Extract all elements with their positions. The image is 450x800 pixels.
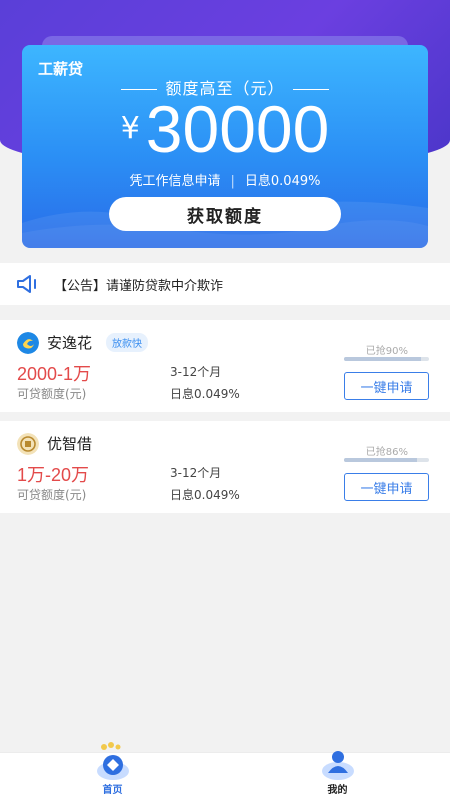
tab-home[interactable]: 首页	[0, 742, 225, 800]
loan-range: 2000-1万	[17, 364, 92, 384]
apply-button[interactable]: 一键申请	[344, 473, 429, 501]
tab-home-label: 首页	[102, 785, 123, 796]
youzhijie-logo-icon	[17, 433, 39, 455]
grabbed-progress-bar	[344, 357, 429, 361]
loan-term: 3-12个月	[170, 466, 222, 480]
loan-rate: 日息0.049%	[170, 387, 240, 401]
grabbed-progress-fill	[344, 458, 418, 462]
notice-text: 【公告】请谨防贷款中介欺诈	[54, 278, 224, 294]
amount-value: 30000	[145, 92, 330, 166]
credit-card-banner: 工薪贷 额度高至（元） ¥30000 凭工作信息申请 | 日息0.049% 获取额度	[22, 45, 428, 248]
grabbed-percent: 已抢90%	[365, 346, 408, 357]
loan-name: 优智借	[47, 435, 93, 453]
speaker-icon	[17, 275, 36, 293]
home-icon	[96, 742, 129, 780]
bottom-tab-bar: 首页 我的	[0, 742, 450, 800]
tab-mine[interactable]: 我的	[225, 751, 450, 800]
loan-range: 1万-20万	[17, 465, 90, 485]
divider-line	[292, 89, 329, 90]
get-quota-button[interactable]: 获取额度	[109, 197, 341, 231]
subtitle-separator: |	[230, 174, 235, 189]
grabbed-percent: 已抢86%	[365, 447, 408, 458]
currency-symbol: ¥	[120, 111, 140, 146]
loan-range-label: 可贷额度(元)	[17, 387, 87, 401]
grabbed-progress-fill	[344, 357, 421, 361]
loan-term: 3-12个月	[170, 365, 222, 379]
notice-bar[interactable]: 【公告】请谨防贷款中介欺诈	[0, 263, 450, 305]
loan-item[interactable]: 优智借 1万-20万 可贷额度(元) 3-12个月 日息0.049% 已抢86%…	[0, 421, 450, 513]
max-amount: ¥30000	[22, 91, 428, 167]
hero-subtitle: 凭工作信息申请 | 日息0.049%	[22, 170, 428, 189]
loan-name: 安逸花	[47, 334, 93, 352]
apply-condition: 凭工作信息申请	[129, 174, 221, 189]
fast-payout-badge: 放款快	[106, 333, 148, 352]
loan-item[interactable]: 安逸花 放款快 2000-1万 可贷额度(元) 3-12个月 日息0.049% …	[0, 320, 450, 412]
loan-rate: 日息0.049%	[170, 488, 240, 502]
grabbed-progress-bar	[344, 458, 429, 462]
anyihua-logo-icon	[17, 332, 39, 354]
divider-line	[121, 89, 158, 90]
loan-range-label: 可贷额度(元)	[17, 488, 87, 502]
daily-rate: 日息0.049%	[244, 174, 321, 189]
apply-button[interactable]: 一键申请	[344, 372, 429, 400]
tab-mine-label: 我的	[327, 785, 348, 796]
user-icon	[321, 751, 354, 780]
